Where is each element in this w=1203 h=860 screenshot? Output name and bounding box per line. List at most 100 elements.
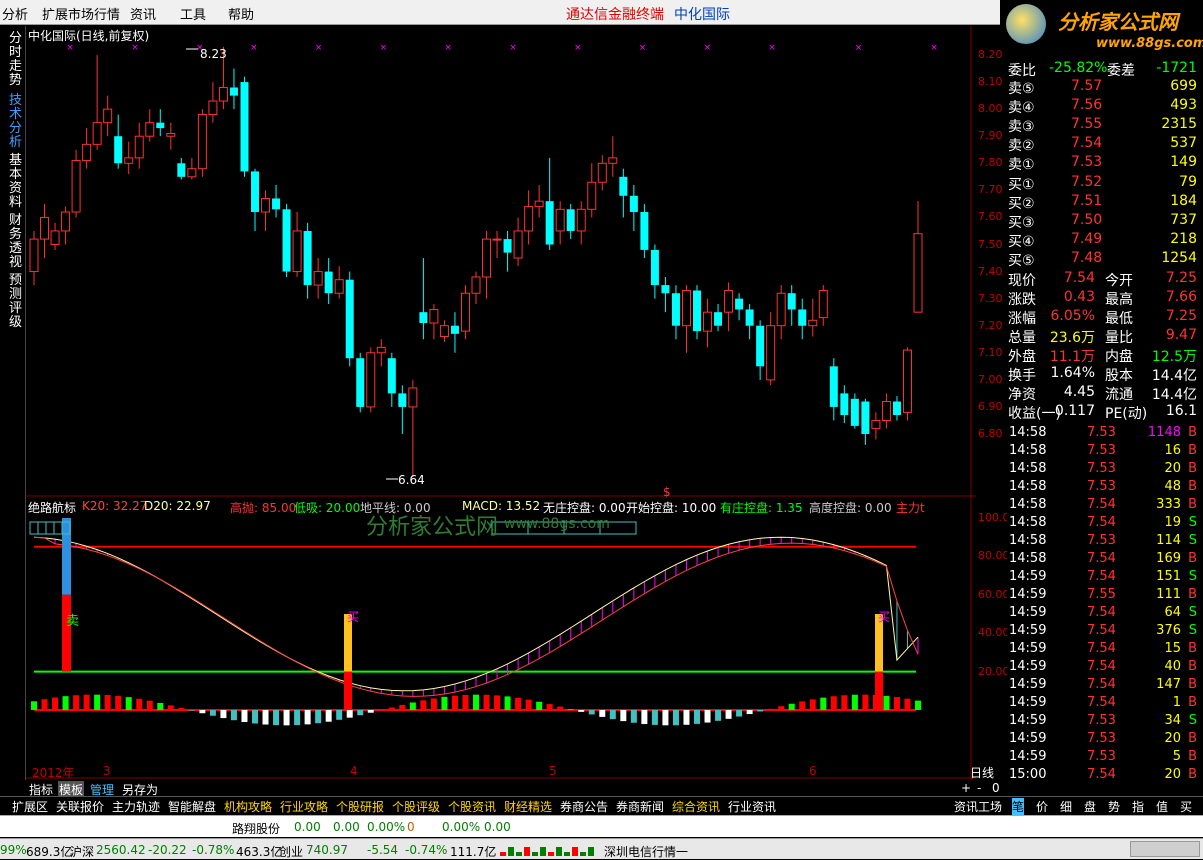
candle-body-up [93, 123, 101, 145]
zoom-in-button[interactable]: + [961, 781, 971, 795]
candle-body-up [41, 217, 49, 239]
nav-item[interactable]: 关联报价 [56, 798, 104, 815]
tab-intraday[interactable]: 分时走势 [9, 32, 23, 88]
stat-value: 23.6万 [1050, 327, 1095, 347]
price-axis-tick: 7.10 [978, 346, 1003, 359]
nav-item[interactable]: 券商公告 [560, 798, 608, 815]
nav-item[interactable]: 个股评级 [392, 798, 440, 815]
signal-marker: × [315, 43, 323, 53]
buy-level-volume: 79 [1179, 174, 1197, 190]
stat-row: 换手1.64%股本14.4亿 [1007, 365, 1203, 384]
tab-technical[interactable]: 技术分析 [9, 94, 23, 150]
gaodu-value: 高度控盘: 0.00 [809, 499, 892, 516]
candle-body-up [430, 309, 438, 323]
panel-tab[interactable]: 盘 [1084, 798, 1096, 815]
price-axis-tick: 8.10 [978, 75, 1003, 88]
chart-canvas[interactable]: ×××××××××××××× [26, 26, 976, 780]
tab-fundamentals[interactable]: 基本资料 [9, 154, 23, 210]
signal-marker: × [509, 43, 517, 53]
ticker-stock-name[interactable]: 路翔股份 [232, 820, 280, 837]
candle-body-down [893, 402, 901, 416]
panel-tab[interactable]: 势 [1108, 798, 1120, 815]
panel-tab[interactable]: 价 [1036, 798, 1048, 815]
menu-help[interactable]: 帮助 [228, 4, 254, 23]
app-title: 通达信金融终端 [566, 4, 664, 24]
tick-direction: B [1188, 479, 1197, 494]
candle-body-up [556, 209, 564, 231]
kaishi-value: 开始控盘: 10.00 [626, 499, 716, 516]
sell-level-label: 卖③ [1008, 116, 1035, 136]
tick-direction: B [1188, 461, 1197, 476]
nav-item[interactable]: 个股研报 [336, 798, 384, 815]
panel-tab[interactable]: 值 [1156, 798, 1168, 815]
candle-body-down [672, 293, 680, 325]
nav-info-workshop[interactable]: 资讯工场 [954, 798, 1002, 815]
candle-body-up [819, 291, 827, 318]
macd-bar-up [441, 697, 447, 710]
macd-bar-up [862, 695, 868, 710]
top-box [54, 522, 62, 534]
menu-analysis[interactable]: 分析 [2, 4, 28, 23]
status-gem-value: 740.97 [306, 843, 348, 857]
nav-item[interactable]: 行业攻略 [280, 798, 328, 815]
tick-price: 7.54 [1087, 497, 1116, 512]
macd-bar-up [420, 700, 426, 710]
buy-signal-bottom-2 [875, 672, 883, 710]
ticker-v4: 0 [407, 820, 415, 834]
stat-row: 总量23.6万量比9.47 [1007, 327, 1203, 346]
menu-tools[interactable]: 工具 [180, 4, 206, 23]
zoom-out-button[interactable]: - [977, 781, 981, 795]
top-box [30, 522, 38, 534]
macd-bar-up [536, 702, 542, 710]
candle-body-up [809, 320, 817, 325]
macd-bar-down [673, 710, 679, 725]
candle-body-down [346, 280, 354, 359]
macd-bar-up [157, 703, 163, 710]
tick-price: 7.53 [1087, 731, 1116, 746]
candle-body-up [335, 280, 343, 294]
menu-extended-market[interactable]: 扩展市场行情 [42, 4, 120, 23]
nav-item[interactable]: 行业资讯 [728, 798, 776, 815]
macd-bar-down [305, 710, 311, 724]
sell-level-volume: 149 [1170, 154, 1197, 170]
tick-price: 7.53 [1087, 425, 1116, 440]
nav-item[interactable]: 财经精选 [504, 798, 552, 815]
panel-tab[interactable]: 笔 [1012, 798, 1024, 815]
tab-financials[interactable]: 财务透视 [9, 214, 23, 270]
nav-item[interactable]: 智能解盘 [168, 798, 216, 815]
candle-body-up [609, 158, 617, 163]
nav-item[interactable]: 扩展区 [12, 798, 48, 815]
tick-direction: S [1189, 623, 1197, 638]
sell-level-volume: 493 [1170, 97, 1197, 113]
tick-volume: 64 [1164, 605, 1181, 620]
macd-bar-up [526, 700, 532, 710]
stat-value-2: 12.5万 [1152, 346, 1197, 366]
nav-item[interactable]: 机构攻略 [224, 798, 272, 815]
tab-forecast[interactable]: 预测评级 [9, 274, 23, 330]
panel-tab[interactable]: 指 [1132, 798, 1144, 815]
price-axis-tick: 6.80 [978, 427, 1003, 440]
nav-item[interactable]: 个股资讯 [448, 798, 496, 815]
menu-news[interactable]: 资讯 [130, 4, 156, 23]
nav-item[interactable]: 主力轨迹 [112, 798, 160, 815]
status-gem-name[interactable]: 创业 [279, 843, 303, 860]
tick-price: 7.54 [1087, 605, 1116, 620]
macd-bar-down [294, 710, 300, 725]
panel-tab[interactable]: 买 [1180, 798, 1192, 815]
zoom-reset-button[interactable]: 0 [992, 781, 1000, 795]
nav-item[interactable]: 综合资讯 [672, 798, 720, 815]
tick-row: 14:587.54333B [1007, 496, 1203, 514]
status-icons [1130, 841, 1200, 857]
signal-marker: × [574, 43, 582, 53]
status-index-name[interactable]: 沪深 [70, 843, 94, 860]
sell-level-row: 卖④7.56493 [1007, 97, 1203, 116]
panel-tab[interactable]: 细 [1060, 798, 1072, 815]
indicator-name[interactable]: 绝路航标 [28, 499, 76, 516]
chart-area[interactable]: ×××××××××××××× 中化国际(日线,前复权) 8.23 6.64 $ … [26, 26, 976, 780]
sell-level-label: 卖① [1008, 154, 1035, 174]
macd-bar-up [505, 696, 511, 710]
stat-value-2: 7.25 [1166, 308, 1197, 324]
wuzhuang-value: 无庄控盘: 0.00 [543, 499, 626, 516]
nav-item[interactable]: 券商新闻 [616, 798, 664, 815]
tick-time: 14:59 [1009, 695, 1046, 710]
